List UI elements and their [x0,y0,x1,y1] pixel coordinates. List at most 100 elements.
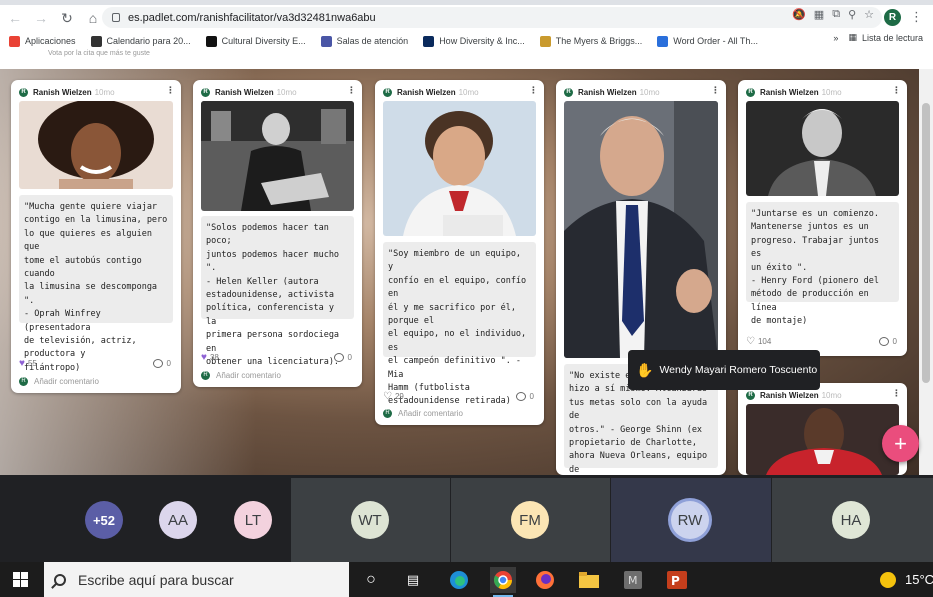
post-header: R Ranish Wielzen 10mo ⋮ [746,388,901,402]
bookmark-label: Cultural Diversity E... [221,36,306,46]
bookmark-label: Calendario para 20... [106,36,191,46]
windows-start-icon[interactable] [13,572,28,587]
apps-grid-icon [9,35,20,47]
comment-button[interactable]: 0 [333,352,352,362]
bookmark-item[interactable]: Aplicaciones [9,35,76,47]
post-footer: ♥ 55 0 [19,356,171,370]
author-avatar: R [19,87,28,97]
bookmark-item[interactable]: Cultural Diversity E... [205,35,306,47]
bookmark-item[interactable]: Word Order - All Th... [657,35,758,47]
post-menu-icon[interactable]: ⋮ [711,85,720,96]
bookmarks-right: » ▦ Lista de lectura [833,32,923,43]
more-bookmarks-icon[interactable]: » [833,33,838,43]
post-card[interactable]: R Ranish Wielzen 10mo ⋮ "Juntarse es un com… [738,80,907,356]
author-avatar: R [746,390,755,400]
home-button[interactable]: ⌂ [82,7,104,29]
browser-menu-icon[interactable]: ⋮ [910,9,923,25]
install-app-icon[interactable]: ⧉ [832,8,840,21]
post-card[interactable]: R Ranish Wielzen 10mo ⋮ "Soy miembro de un … [375,80,544,425]
notifications-off-icon[interactable]: 🔕 [792,8,806,21]
zoom-icon[interactable]: ⚲ [848,8,856,21]
post-menu-icon[interactable]: ⋮ [166,85,175,96]
comment-icon [152,358,163,368]
like-button[interactable]: ♥ 38 [201,352,219,363]
add-comment[interactable]: R Añadir comentario [201,369,281,381]
scrollbar-thumb[interactable] [922,103,930,383]
post-time: 10mo [821,390,842,400]
bookmark-label: Aplicaciones [25,36,76,46]
search-placeholder: Escribe aquí para buscar [78,571,234,588]
site-icon [423,35,435,47]
forward-button[interactable]: → [30,7,52,29]
post-menu-icon[interactable]: ⋮ [892,85,901,96]
reading-list-button[interactable]: ▦ Lista de lectura [848,32,923,43]
commenter-avatar: R [383,408,392,418]
more-participants-avatar[interactable]: +52 [85,501,123,539]
cortana-icon[interactable]: ○ [358,567,384,593]
comment-button[interactable]: 0 [878,336,897,346]
add-post-button[interactable]: + [882,425,919,462]
weather-widget[interactable]: 15°C [880,562,933,597]
task-view-icon[interactable]: ▤ [400,567,426,593]
file-explorer-icon[interactable] [576,567,602,593]
post-menu-icon[interactable]: ⋮ [347,85,356,96]
vertical-scrollbar[interactable] [919,69,933,475]
participant-avatar-speaking[interactable]: RW [671,501,709,539]
comment-button[interactable]: 0 [515,391,534,401]
post-quote: "Solos podemos hacer tan poco; juntos po… [201,216,354,367]
like-count: 29 [394,391,404,401]
hand-raise-tooltip: ✋ Wendy Mayari Romero Toscuento [628,350,820,390]
browser-chrome: ← → ↻ ⌂ es.padlet.com/ranishfacilitator/… [0,0,933,69]
taskbar-search-box[interactable]: Escribe aquí para buscar [44,562,349,597]
sun-icon [880,571,896,588]
author-name: Ranish Wielzen [760,390,819,400]
like-button[interactable]: ♡ 104 [746,336,771,347]
app-m-icon[interactable]: M [620,567,646,593]
back-button[interactable]: ← [4,7,26,29]
reading-list-icon: ▦ [848,32,857,42]
bookmark-item[interactable]: Salas de atención [320,35,408,47]
participant-avatar[interactable]: HA [832,501,870,539]
post-card[interactable]: R Ranish Wielzen 10mo ⋮ [738,383,907,475]
profile-avatar[interactable]: R [884,9,901,26]
chrome-icon[interactable] [490,567,516,597]
post-card[interactable]: R Ranish Wielzen 10mo ⋮ "Mucha gente quiere… [11,80,181,393]
participant-avatar[interactable]: WT [351,501,389,539]
add-comment[interactable]: R Añadir comentario [383,407,463,419]
like-button[interactable]: ♡ 29 [383,391,404,402]
add-comment[interactable]: R Añadir comentario [19,375,99,387]
post-menu-icon[interactable]: ⋮ [892,388,901,399]
comment-button[interactable]: 0 [152,358,171,368]
author-name: Ranish Wielzen [215,87,274,97]
post-card[interactable]: RRanish Wielzen10mo⋮ "No existe el hombr… [556,80,726,475]
address-bar[interactable]: es.padlet.com/ranishfacilitator/va3d3248… [102,7,882,28]
post-footer: ♡ 104 0 [746,334,897,348]
bookmark-item[interactable]: How Diversity & Inc... [423,35,525,47]
hand-raise-name: Wendy Mayari Romero Toscuento [659,364,818,376]
edge-icon[interactable] [446,567,472,593]
video-icon [205,35,217,47]
bookmark-item[interactable]: Calendario para 20... [90,35,191,47]
post-image [383,101,536,236]
participant-avatar[interactable]: AA [159,501,197,539]
add-comment-label: Añadir comentario [398,408,463,418]
participant-avatar[interactable]: FM [511,501,549,539]
star-icon[interactable]: ☆ [864,8,874,21]
author-name: Ranish Wielzen [33,87,92,97]
reload-button[interactable]: ↻ [56,7,78,29]
bookmark-item[interactable]: The Myers & Briggs... [539,35,642,47]
powerpoint-icon[interactable]: P [664,567,690,593]
like-count: 55 [27,358,37,368]
board-subtitle: Vota por la cita que más te guste [48,50,150,57]
post-menu-icon[interactable]: ⋮ [529,85,538,96]
participant-avatar[interactable]: LT [234,501,272,539]
post-card[interactable]: R Ranish Wielzen 10mo ⋮ "Solos podemos hace… [193,80,362,387]
svg-text:P: P [671,574,680,588]
qr-code-icon[interactable]: ▦ [814,8,824,21]
author-name: Ranish Wielzen [760,87,819,97]
meeting-participants-bar: +52 AA LT WT FM RW HA [0,475,933,562]
like-count: 104 [757,336,772,346]
author-name: Ranish Wielzen [578,87,637,97]
firefox-icon[interactable] [532,567,558,593]
like-button[interactable]: ♥ 55 [19,358,37,369]
